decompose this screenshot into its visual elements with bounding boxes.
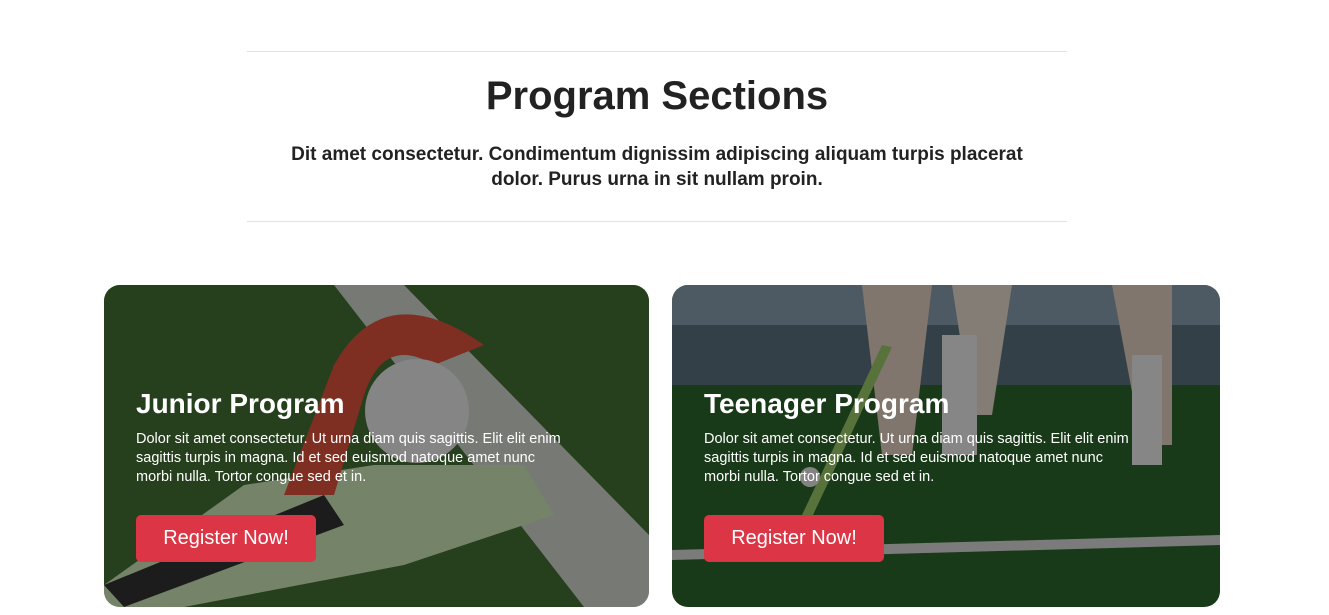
junior-card-description: Dolor sit amet consectetur. Ut urna diam… (136, 430, 561, 487)
junior-register-button[interactable]: Register Now! (136, 515, 316, 562)
teenager-card-description: Dolor sit amet consectetur. Ut urna diam… (704, 430, 1129, 487)
junior-program-card: Junior Program Dolor sit amet consectetu… (104, 285, 649, 607)
section-title: Program Sections (485, 74, 829, 118)
junior-card-desc-line1: Dolor sit amet consectetur. Ut urna diam… (136, 431, 561, 466)
teenager-register-button[interactable]: Register Now! (704, 515, 884, 562)
teenager-card-desc-line1: Dolor sit amet consectetur. Ut urna diam… (704, 431, 1129, 466)
junior-card-content: Junior Program Dolor sit amet consectetu… (136, 387, 566, 487)
teenager-card-title: Teenager Program (704, 388, 950, 419)
junior-card-desc-line2: morbi nulla. Tortor congue sed et in. (136, 469, 367, 485)
section-header: Program Sections Dit amet consectetur. C… (247, 51, 1067, 222)
junior-card-title: Junior Program (136, 388, 345, 419)
teenager-card-content: Teenager Program Dolor sit amet consecte… (704, 387, 1134, 487)
section-subtitle: Dit amet consectetur. Condimentum dignis… (291, 144, 1023, 190)
teenager-program-card: Teenager Program Dolor sit amet consecte… (672, 285, 1220, 607)
teenager-card-desc-line2: morbi nulla. Tortor congue sed et in. (704, 469, 935, 485)
